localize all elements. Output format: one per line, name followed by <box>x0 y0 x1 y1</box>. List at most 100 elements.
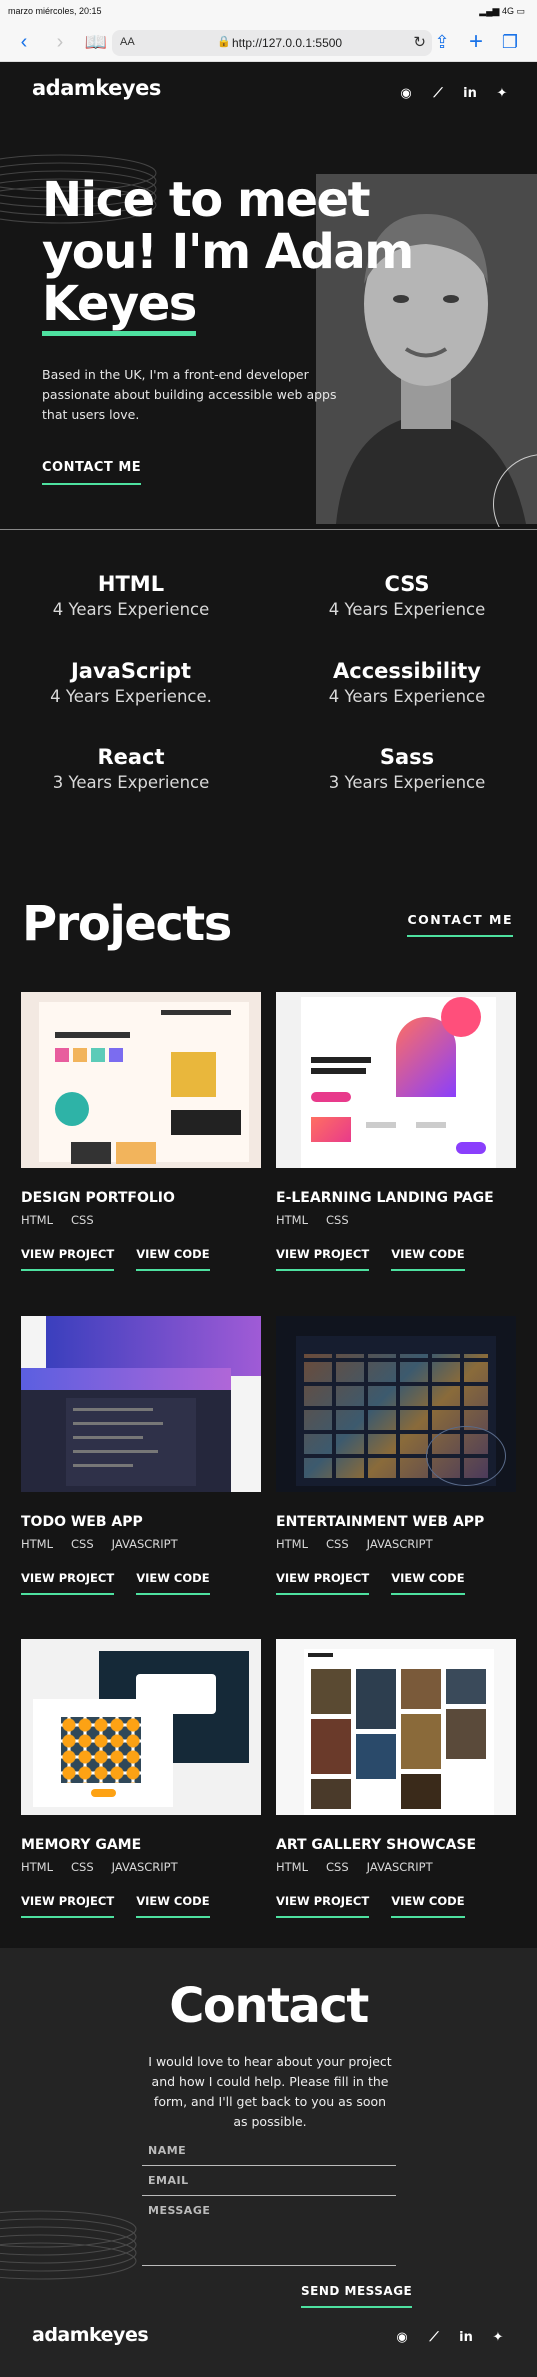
project-tags: HTML CSS JAVASCRIPT <box>276 1860 516 1874</box>
name-field[interactable]: NAME <box>142 2144 396 2166</box>
send-message-button[interactable]: SEND MESSAGE <box>301 2284 413 2308</box>
project-tags: HTML CSS JAVASCRIPT <box>276 1537 516 1551</box>
skill-item: Accessibility 4 Years Experience <box>292 659 522 706</box>
project-title: TODO WEB APP <box>21 1514 143 1530</box>
forward-icon[interactable]: › <box>48 30 72 54</box>
view-code-link[interactable]: VIEW CODE <box>136 1247 210 1271</box>
view-project-link[interactable]: VIEW PROJECT <box>21 1247 115 1271</box>
view-code-link[interactable]: VIEW CODE <box>391 1571 465 1595</box>
project-tag: HTML <box>276 1860 309 1874</box>
bookmarks-icon[interactable]: 📖 <box>84 30 108 54</box>
status-signal: ▂▄▆ 4G ▭ <box>479 6 525 16</box>
browser-toolbar: ‹ › 📖 AA 🔒 http://127.0.0.1:5500 ↻ ⇪ + ❐ <box>0 22 537 62</box>
github-icon[interactable]: ◉ <box>397 84 415 102</box>
status-time: marzo miércoles, 20:15 <box>8 6 102 16</box>
view-code-link[interactable]: VIEW CODE <box>136 1571 210 1595</box>
url-text[interactable]: http://127.0.0.1:5500 <box>232 36 342 50</box>
skill-item: CSS 4 Years Experience <box>292 572 522 619</box>
frontendmentor-icon[interactable]: ⟋ <box>425 2328 443 2346</box>
hero-contact-link[interactable]: CONTACT ME <box>42 460 142 485</box>
project-tag: CSS <box>71 1860 94 1874</box>
skill-experience: 3 Years Experience <box>52 773 210 792</box>
project-links: VIEW PROJECT VIEW CODE <box>276 1247 516 1271</box>
view-project-link[interactable]: VIEW PROJECT <box>276 1247 370 1271</box>
project-tag: JAVASCRIPT <box>366 1860 433 1874</box>
frontendmentor-icon[interactable]: ⟋ <box>429 84 447 102</box>
project-tag: JAVASCRIPT <box>111 1860 178 1874</box>
project-tag: JAVASCRIPT <box>366 1537 433 1551</box>
linkedin-icon[interactable]: in <box>457 2328 475 2346</box>
project-card: MEMORY GAME HTML CSS JAVASCRIPT VIEW PRO… <box>21 1639 261 1918</box>
project-tags: HTML CSS JAVASCRIPT <box>21 1537 261 1551</box>
project-thumbnail-entertainment-app[interactable] <box>276 1316 516 1492</box>
skill-name: Sass <box>379 745 435 769</box>
project-thumbnail-design-portfolio[interactable] <box>21 992 261 1168</box>
contact-description: I would love to hear about your project … <box>148 2054 392 2129</box>
skill-experience: 4 Years Experience. <box>50 687 212 706</box>
project-thumbnail-todo-app[interactable] <box>21 1316 261 1492</box>
view-code-link[interactable]: VIEW CODE <box>391 1247 465 1271</box>
site-logo[interactable]: adamkeyes <box>32 76 161 100</box>
header-socials: ◉ ⟋ in ✦ <box>397 84 511 102</box>
share-icon[interactable]: ⇪ <box>430 30 454 54</box>
skill-name: React <box>97 745 165 769</box>
back-icon[interactable]: ‹ <box>12 30 36 54</box>
project-links: VIEW PROJECT VIEW CODE <box>21 1894 261 1918</box>
project-card: ART GALLERY SHOWCASE HTML CSS JAVASCRIPT… <box>276 1639 516 1918</box>
project-tag: JAVASCRIPT <box>111 1537 178 1551</box>
project-tags: HTML CSS <box>21 1213 261 1227</box>
address-bar[interactable]: AA 🔒 http://127.0.0.1:5500 ↻ <box>112 30 432 56</box>
github-icon[interactable]: ◉ <box>393 2328 411 2346</box>
view-project-link[interactable]: VIEW PROJECT <box>276 1571 370 1595</box>
message-field[interactable]: MESSAGE <box>142 2204 396 2266</box>
skill-experience: 4 Years Experience <box>52 600 210 619</box>
skill-item: JavaScript 4 Years Experience. <box>16 659 246 706</box>
twitter-icon[interactable]: ✦ <box>493 84 511 102</box>
skill-item: React 3 Years Experience <box>16 745 246 792</box>
email-field[interactable]: EMAIL <box>142 2174 396 2196</box>
view-code-link[interactable]: VIEW CODE <box>391 1894 465 1918</box>
project-tag: CSS <box>71 1213 94 1227</box>
reload-icon[interactable]: ↻ <box>413 33 426 51</box>
project-card: DESIGN PORTFOLIO HTML CSS VIEW PROJECT V… <box>21 992 261 1271</box>
project-tag: CSS <box>326 1537 349 1551</box>
project-links: VIEW PROJECT VIEW CODE <box>21 1247 261 1271</box>
twitter-icon[interactable]: ✦ <box>489 2328 507 2346</box>
reader-aa-button[interactable]: AA <box>120 36 135 48</box>
project-tag: HTML <box>21 1860 54 1874</box>
lock-icon: 🔒 <box>217 36 231 48</box>
project-title: MEMORY GAME <box>21 1837 142 1853</box>
project-tag: HTML <box>21 1537 54 1551</box>
project-thumbnail-e-learning[interactable] <box>276 992 516 1168</box>
project-tag: HTML <box>276 1213 309 1227</box>
project-tag: HTML <box>276 1537 309 1551</box>
skill-name: JavaScript <box>70 659 192 683</box>
view-project-link[interactable]: VIEW PROJECT <box>21 1894 115 1918</box>
project-thumbnail-art-gallery[interactable] <box>276 1639 516 1815</box>
projects-contact-link[interactable]: CONTACT ME <box>407 912 513 937</box>
skill-name: Accessibility <box>333 659 481 683</box>
project-links: VIEW PROJECT VIEW CODE <box>276 1571 516 1595</box>
project-links: VIEW PROJECT VIEW CODE <box>276 1894 516 1918</box>
contact-title: Contact <box>169 1978 369 2034</box>
skill-experience: 4 Years Experience <box>328 687 486 706</box>
linkedin-icon[interactable]: in <box>461 84 479 102</box>
view-project-link[interactable]: VIEW PROJECT <box>276 1894 370 1918</box>
project-title: DESIGN PORTFOLIO <box>21 1190 175 1206</box>
project-title: E-LEARNING LANDING PAGE <box>276 1190 494 1206</box>
tabs-icon[interactable]: ❐ <box>498 30 522 54</box>
new-tab-icon[interactable]: + <box>464 30 488 54</box>
project-tag: HTML <box>21 1213 54 1227</box>
view-project-link[interactable]: VIEW PROJECT <box>21 1571 115 1595</box>
section-divider <box>0 529 537 530</box>
project-card: TODO WEB APP HTML CSS JAVASCRIPT VIEW PR… <box>21 1316 261 1595</box>
project-card: E-LEARNING LANDING PAGE HTML CSS VIEW PR… <box>276 992 516 1271</box>
view-code-link[interactable]: VIEW CODE <box>136 1894 210 1918</box>
project-tag: CSS <box>326 1860 349 1874</box>
skill-name: CSS <box>384 572 430 596</box>
skill-item: HTML 4 Years Experience <box>16 572 246 619</box>
footer-logo[interactable]: adamkeyes <box>32 2324 149 2346</box>
project-links: VIEW PROJECT VIEW CODE <box>21 1571 261 1595</box>
project-thumbnail-memory-game[interactable] <box>21 1639 261 1815</box>
project-title: ART GALLERY SHOWCASE <box>276 1837 477 1853</box>
